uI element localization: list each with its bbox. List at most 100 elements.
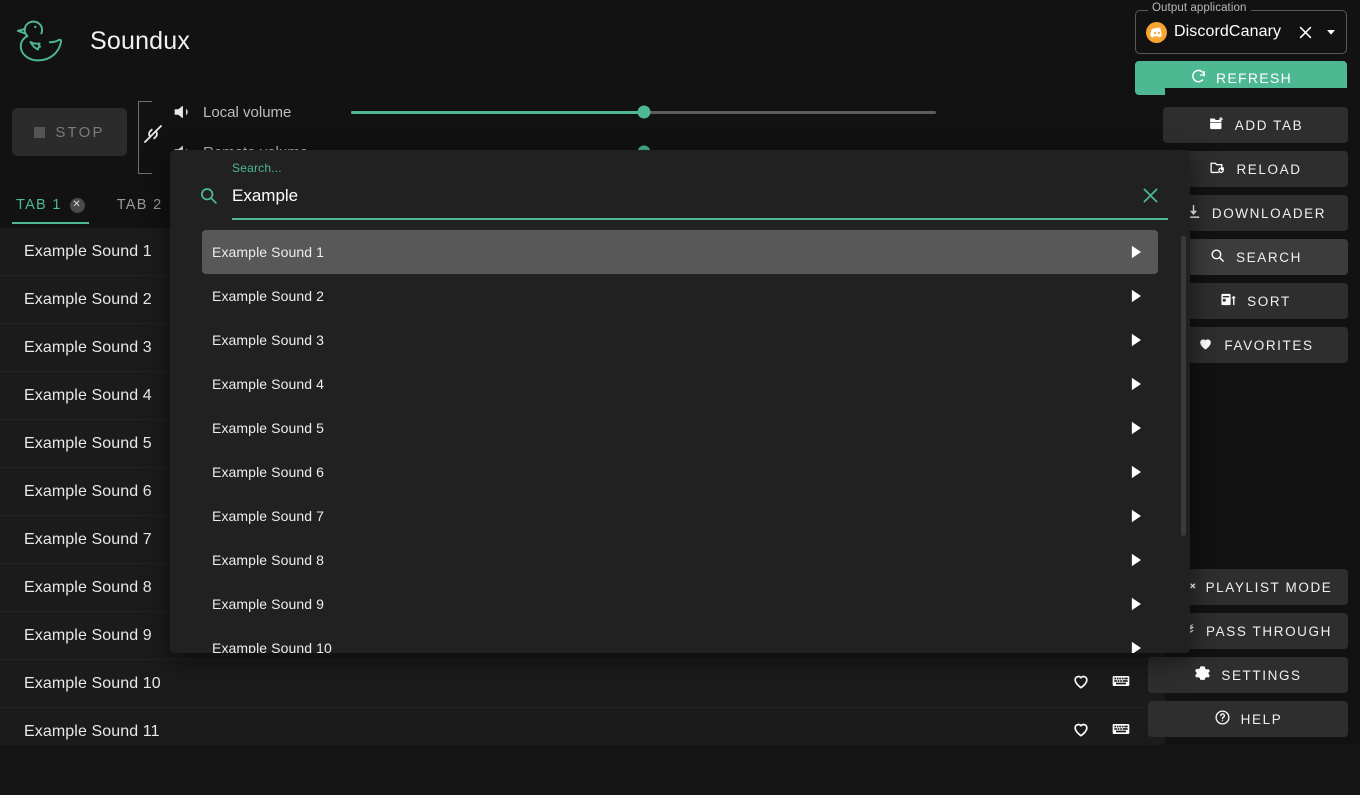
- playlist-mode-button[interactable]: PLAYLIST MODE: [1163, 569, 1348, 605]
- settings-button[interactable]: SETTINGS: [1148, 657, 1348, 693]
- play-icon[interactable]: [1126, 374, 1146, 394]
- play-icon[interactable]: [1126, 462, 1146, 482]
- search-dialog-header: Search...: [170, 150, 1190, 222]
- help-label: HELP: [1240, 711, 1283, 727]
- tab-2[interactable]: TAB 2: [101, 186, 179, 224]
- play-icon[interactable]: [1126, 638, 1146, 653]
- app-title: Soundux: [90, 26, 191, 55]
- stop-label: STOP: [55, 123, 105, 141]
- play-icon[interactable]: [1126, 594, 1146, 614]
- local-volume-thumb[interactable]: [637, 105, 650, 119]
- playlist-mode-label: PLAYLIST MODE: [1205, 579, 1333, 595]
- sort-label: SORT: [1247, 293, 1291, 309]
- search-result-row[interactable]: Example Sound 2: [202, 274, 1158, 318]
- search-results-scrollbar[interactable]: [1181, 236, 1186, 536]
- help-circle-icon: [1214, 709, 1231, 729]
- keyboard-icon[interactable]: [1111, 671, 1131, 696]
- search-dialog: Search... Example Sound 1 Example Sound 2…: [170, 150, 1190, 653]
- search-result-row[interactable]: Example Sound 9: [202, 582, 1158, 626]
- stop-button[interactable]: STOP: [12, 108, 127, 156]
- search-underline: [232, 218, 1168, 220]
- refresh-icon: [1190, 68, 1207, 88]
- search-result-row[interactable]: Example Sound 10: [202, 626, 1158, 653]
- search-icon: [1209, 247, 1226, 267]
- add-tab-button[interactable]: ADD TAB: [1163, 107, 1348, 143]
- search-result-row[interactable]: Example Sound 3: [202, 318, 1158, 362]
- search-result-name: Example Sound 9: [212, 596, 325, 612]
- search-input[interactable]: [232, 182, 1132, 210]
- add-tab-label: ADD TAB: [1234, 117, 1304, 133]
- search-result-row[interactable]: Example Sound 5: [202, 406, 1158, 450]
- close-circle-icon[interactable]: ✕: [69, 197, 85, 213]
- search-field-label: Search...: [232, 161, 282, 175]
- link-off-icon[interactable]: [141, 122, 165, 146]
- list-item[interactable]: Example Sound 11: [0, 708, 1165, 745]
- tab-label: TAB 2: [116, 197, 163, 213]
- downloader-label: DOWNLOADER: [1211, 205, 1327, 221]
- favorites-button[interactable]: FAVORITES: [1163, 327, 1348, 363]
- search-result-name: Example Sound 7: [212, 508, 325, 524]
- search-result-name: Example Sound 8: [212, 552, 325, 568]
- search-result-name: Example Sound 3: [212, 332, 325, 348]
- gear-icon: [1194, 665, 1211, 685]
- play-icon[interactable]: [1126, 242, 1146, 262]
- search-results-list[interactable]: Example Sound 1 Example Sound 2 Example So…: [170, 230, 1190, 653]
- play-icon[interactable]: [1126, 506, 1146, 526]
- discord-icon: [1146, 21, 1167, 43]
- heart-outline-icon[interactable]: [1071, 671, 1091, 696]
- local-volume-label: Local volume: [203, 103, 292, 121]
- sort-calendar-icon: [1220, 287, 1237, 311]
- heart-filled-icon: [1197, 335, 1214, 355]
- stop-square-icon: [34, 126, 46, 138]
- play-icon[interactable]: [1126, 330, 1146, 350]
- brand: Soundux: [14, 10, 190, 72]
- search-icon: [198, 185, 219, 206]
- output-application-selector[interactable]: Output application DiscordCanary: [1135, 2, 1347, 54]
- tab-1[interactable]: TAB 1 ✕: [0, 186, 101, 224]
- play-icon[interactable]: [1126, 286, 1146, 306]
- heart-outline-icon[interactable]: [1071, 719, 1091, 744]
- search-label: SEARCH: [1236, 249, 1302, 265]
- search-result-row[interactable]: Example Sound 6: [202, 450, 1158, 494]
- help-button[interactable]: HELP: [1148, 701, 1348, 737]
- search-result-row[interactable]: Example Sound 1: [202, 230, 1158, 274]
- search-result-row[interactable]: Example Sound 4: [202, 362, 1158, 406]
- local-volume-slider-row: Local volume: [171, 97, 936, 127]
- list-item[interactable]: Example Sound 10: [0, 660, 1165, 708]
- duck-logo-icon: [14, 10, 76, 72]
- app-header: Soundux Output application DiscordCanary: [0, 0, 1360, 95]
- settings-label: SETTINGS: [1221, 667, 1302, 683]
- search-result-name: Example Sound 2: [212, 288, 325, 304]
- search-result-name: Example Sound 6: [212, 464, 325, 480]
- search-result-row[interactable]: Example Sound 7: [202, 494, 1158, 538]
- output-application-value: DiscordCanary: [1174, 23, 1282, 40]
- play-icon[interactable]: [1126, 418, 1146, 438]
- reload-button[interactable]: RELOAD: [1163, 151, 1348, 187]
- local-volume-slider[interactable]: [351, 105, 936, 119]
- volume-up-icon: [171, 101, 193, 123]
- reload-label: RELOAD: [1236, 161, 1302, 177]
- pass-through-button[interactable]: PASS THROUGH: [1163, 613, 1348, 649]
- keyboard-icon[interactable]: [1111, 719, 1131, 744]
- right-toolbar: ADD TAB RELOAD DOWNLOADER SEARCH SORT FA…: [1148, 88, 1360, 745]
- chevron-down-icon[interactable]: [1322, 23, 1340, 41]
- search-button[interactable]: SEARCH: [1163, 239, 1348, 275]
- close-icon[interactable]: [1295, 22, 1315, 42]
- folder-refresh-icon: [1209, 159, 1226, 179]
- search-result-name: Example Sound 4: [212, 376, 325, 392]
- folder-plus-icon: [1208, 115, 1225, 135]
- tab-label: TAB 1: [16, 197, 62, 213]
- sort-button[interactable]: SORT: [1163, 283, 1348, 319]
- favorites-label: FAVORITES: [1224, 337, 1314, 353]
- search-result-name: Example Sound 10: [212, 640, 332, 653]
- downloader-button[interactable]: DOWNLOADER: [1163, 195, 1348, 231]
- play-icon[interactable]: [1126, 550, 1146, 570]
- close-icon[interactable]: [1140, 185, 1162, 207]
- sound-name: Example Sound 10: [24, 674, 161, 692]
- pass-through-label: PASS THROUGH: [1206, 623, 1332, 639]
- sound-name: Example Sound 11: [24, 722, 160, 740]
- search-result-name: Example Sound 5: [212, 420, 325, 436]
- app-window: Soundux Output application DiscordCanary: [0, 0, 1360, 745]
- search-result-name: Example Sound 1: [212, 244, 325, 260]
- search-result-row[interactable]: Example Sound 8: [202, 538, 1158, 582]
